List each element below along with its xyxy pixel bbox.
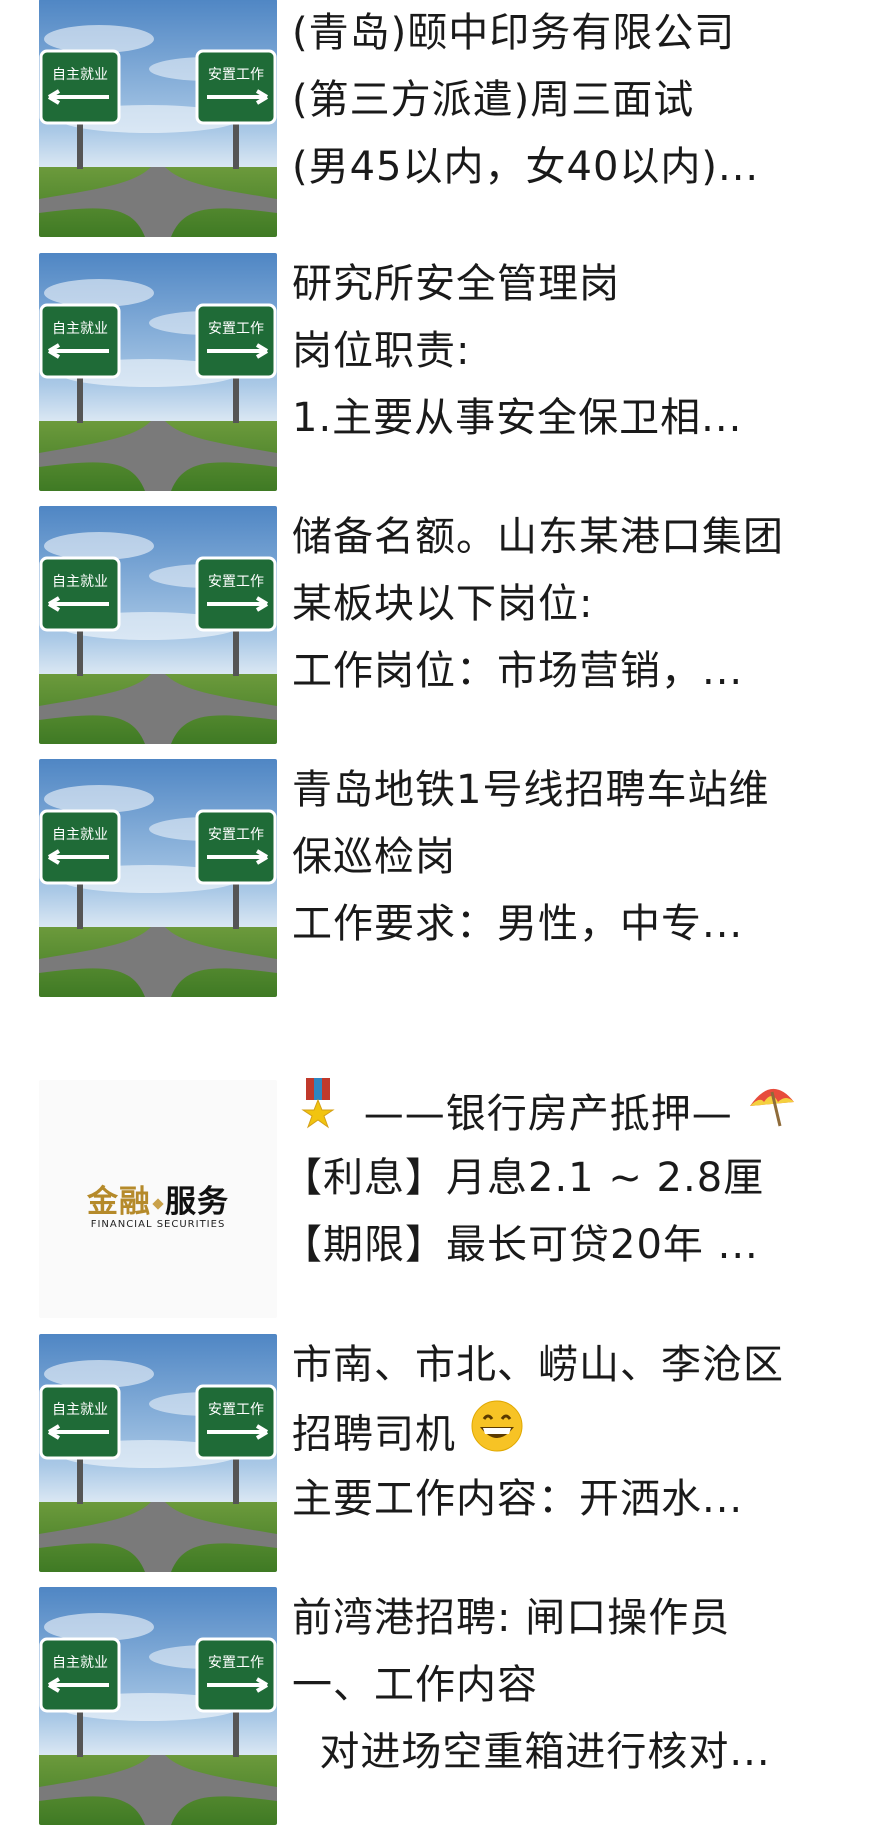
item-text: (青岛)颐中印务有限公司 (第三方派遣)周三面试 (男45以内，女40以内)..… bbox=[292, 0, 862, 201]
item-line: 工作要求：男性，中专... bbox=[292, 901, 744, 947]
item-line: 1.主要从事安全保卫相... bbox=[292, 395, 743, 441]
item-line: 主要工作内容：开洒水... bbox=[292, 1476, 744, 1522]
logo-text-left: 金融 bbox=[87, 1184, 151, 1220]
medal-icon bbox=[296, 1078, 340, 1145]
sign-left-label: 自主就业 bbox=[52, 574, 108, 590]
thumbnail[interactable]: 金融 服务 FINANCIAL SECURITIES bbox=[39, 1080, 277, 1318]
sign-right-label: 安置工作 bbox=[208, 1655, 264, 1671]
item-line: 岗位职责: bbox=[292, 328, 471, 374]
item-text: 研究所安全管理岗 岗位职责: 1.主要从事安全保卫相... bbox=[292, 251, 862, 452]
item-text: 前湾港招聘: 闸口操作员 一、工作内容 对进场空重箱进行核对... bbox=[292, 1585, 862, 1786]
sign-right-label: 安置工作 bbox=[208, 321, 264, 337]
article-list: 自主就业 安置工作 (青岛)颐中印务有限公司 (第三方派遣)周三面试 (男45以… bbox=[0, 0, 892, 1825]
list-item[interactable]: 自主就业 安置工作 (青岛)颐中印务有限公司 (第三方派遣)周三面试 (男45以… bbox=[0, 0, 892, 238]
item-line: 一、工作内容 bbox=[292, 1662, 538, 1708]
list-item[interactable]: 自主就业 安置工作 市南、市北、崂山、李沧区 招聘司机 主要工作内容：开洒水..… bbox=[0, 1334, 892, 1572]
sign-right-label: 安置工作 bbox=[208, 574, 264, 590]
item-text: ——银行房产抵押— 【利息】月息2.1 ~ 2.8厘 【期限】最长可贷20年 .… bbox=[282, 1078, 866, 1279]
logo-text-right: 服务 bbox=[165, 1184, 229, 1220]
finance-logo: 金融 服务 FINANCIAL SECURITIES bbox=[39, 1176, 277, 1230]
list-item[interactable]: 自主就业 安置工作 储备名额。山东某港口集团 某板块以下岗位: 工作岗位：市场营… bbox=[0, 506, 892, 744]
grinning-face-icon bbox=[470, 1399, 524, 1466]
item-line: (男45以内，女40以内)... bbox=[292, 144, 760, 190]
sign-right-label: 安置工作 bbox=[208, 67, 264, 83]
thumbnail[interactable]: 自主就业 安置工作 bbox=[39, 506, 277, 744]
sign-left-label: 自主就业 bbox=[52, 67, 108, 83]
item-line: 招聘司机 bbox=[292, 1399, 862, 1466]
list-item[interactable]: 自主就业 安置工作 青岛地铁1号线招聘车站维 保巡检岗 工作要求：男性，中专..… bbox=[0, 759, 892, 997]
item-title: 储备名额。山东某港口集团 bbox=[292, 514, 784, 560]
item-title: 研究所安全管理岗 bbox=[292, 261, 620, 307]
thumbnail[interactable]: 自主就业 安置工作 bbox=[39, 253, 277, 491]
item-text: 市南、市北、崂山、李沧区 招聘司机 主要工作内容：开洒水... bbox=[292, 1332, 862, 1533]
item-title: 市南、市北、崂山、李沧区 bbox=[292, 1342, 784, 1388]
item-title-text: ——银行房产抵押— bbox=[363, 1090, 733, 1137]
thumbnail[interactable]: 自主就业 安置工作 bbox=[39, 1587, 277, 1825]
item-line: 保巡检岗 bbox=[292, 834, 456, 880]
item-title: ——银行房产抵押— bbox=[296, 1078, 866, 1145]
thumbnail[interactable]: 自主就业 安置工作 bbox=[39, 1334, 277, 1572]
item-title: (青岛)颐中印务有限公司 bbox=[292, 10, 736, 56]
item-line: 【期限】最长可贷20年 ... bbox=[282, 1222, 759, 1268]
item-line: (第三方派遣)周三面试 bbox=[292, 77, 695, 123]
item-title: 前湾港招聘: 闸口操作员 bbox=[292, 1595, 731, 1641]
umbrella-icon bbox=[746, 1080, 798, 1145]
diamond-icon bbox=[152, 1197, 164, 1210]
thumbnail[interactable]: 自主就业 安置工作 bbox=[39, 759, 277, 997]
item-line: 对进场空重箱进行核对... bbox=[292, 1729, 771, 1775]
list-item[interactable]: 自主就业 安置工作 前湾港招聘: 闸口操作员 一、工作内容 对进场空重箱进行核对… bbox=[0, 1587, 892, 1825]
item-line: 【利息】月息2.1 ~ 2.8厘 bbox=[282, 1155, 765, 1201]
logo-subtext: FINANCIAL SECURITIES bbox=[90, 1219, 226, 1230]
thumbnail[interactable]: 自主就业 安置工作 bbox=[39, 0, 277, 237]
item-text: 青岛地铁1号线招聘车站维 保巡检岗 工作要求：男性，中专... bbox=[292, 757, 862, 958]
sign-right-label: 安置工作 bbox=[208, 827, 264, 843]
sign-left-label: 自主就业 bbox=[52, 1402, 108, 1418]
list-item[interactable]: 自主就业 安置工作 研究所安全管理岗 岗位职责: 1.主要从事安全保卫相... bbox=[0, 253, 892, 491]
item-line: 工作岗位：市场营销，... bbox=[292, 648, 744, 694]
sign-right-label: 安置工作 bbox=[208, 1402, 264, 1418]
sign-left-label: 自主就业 bbox=[52, 321, 108, 337]
item-line: 某板块以下岗位: bbox=[292, 581, 594, 627]
item-title: 青岛地铁1号线招聘车站维 bbox=[292, 767, 770, 813]
item-line-text: 招聘司机 bbox=[292, 1411, 456, 1458]
list-item[interactable]: 金融 服务 FINANCIAL SECURITIES ——银行房产抵押— 【利息… bbox=[0, 1078, 892, 1318]
sign-left-label: 自主就业 bbox=[52, 1655, 108, 1671]
sign-left-label: 自主就业 bbox=[52, 827, 108, 843]
item-text: 储备名额。山东某港口集团 某板块以下岗位: 工作岗位：市场营销，... bbox=[292, 504, 862, 705]
